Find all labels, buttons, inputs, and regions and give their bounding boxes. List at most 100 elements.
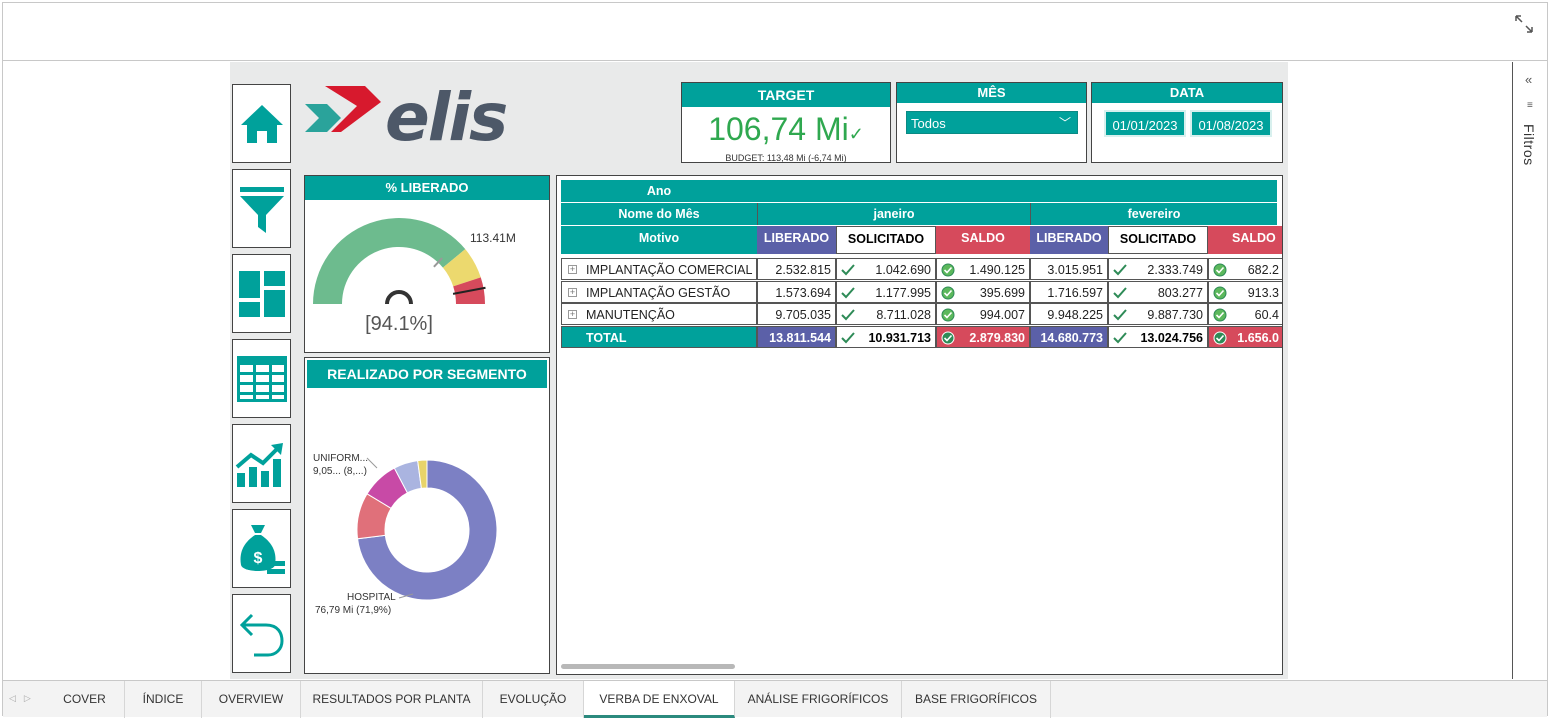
matrix-cell-value: 1.656.0 (1237, 330, 1279, 345)
hospital-label-name: HOSPITAL (347, 592, 396, 603)
dashboard-icon (238, 270, 285, 317)
checkmark-icon (1113, 286, 1127, 298)
row-label[interactable]: + MANUTENÇÃO (561, 303, 757, 325)
check-circle-icon (941, 308, 955, 322)
tab-indice[interactable]: ÍNDICE (125, 681, 202, 718)
matrix-cell: 1.656.0 (1208, 325, 1282, 348)
segment-title: REALIZADO POR SEGMENTO (307, 360, 547, 388)
gauge-hub (385, 290, 413, 305)
matrix-cell: 994.007 (936, 303, 1030, 325)
matrix-cell-value: 9.705.035 (775, 308, 831, 322)
matrix-cell-value: 13.811.544 (769, 330, 831, 345)
filter-button[interactable] (232, 169, 291, 248)
header-saldo-jan: SALDO (936, 226, 1030, 254)
header-solicitado-jan: SOLICITADO (836, 226, 936, 254)
matrix-cell-value: 9.887.730 (1147, 308, 1203, 322)
matrix-cell: 2.532.815 (757, 258, 836, 280)
matrix-cell: 60.4 (1208, 303, 1282, 325)
check-circle-icon (941, 331, 955, 344)
header-janeiro: janeiro (757, 203, 1030, 225)
checkmark-icon (1113, 331, 1127, 343)
matrix-cell-value: 8.711.028 (876, 308, 931, 322)
svg-text:$: $ (253, 550, 262, 567)
matrix-cell-value: 13.024.756 (1140, 330, 1203, 345)
tab-resultados-por-planta[interactable]: RESULTADOS POR PLANTA (301, 681, 483, 718)
matrix-cell: 913.3 (1208, 280, 1282, 303)
gauge-chart: 113.41M [94.1%] (313, 218, 516, 335)
matrix-cell-value: 682.2 (1247, 263, 1279, 277)
row-label[interactable]: + IMPLANTAÇÃO GESTÃO (561, 280, 757, 303)
segment-donut-chart: UNIFORM... 9,05... (8,...) HOSPITAL 76,7… (313, 453, 498, 616)
report-frame: $ elis TARGET 106,74 Mi✓ BUDGET: 113,48 … (2, 2, 1548, 718)
table-icon (236, 355, 287, 402)
tab-overview[interactable]: OVERVIEW (202, 681, 301, 718)
expand-plus-icon[interactable]: + (568, 310, 577, 319)
filter-icon (239, 186, 284, 233)
start-date-input[interactable]: 01/01/2023 (1104, 110, 1186, 137)
collapse-icon[interactable]: « (1525, 72, 1532, 87)
header-mes: Nome do Mês (561, 203, 757, 225)
matrix-cell-value: 2.333.749 (1147, 263, 1203, 277)
matrix-cell: 1.490.125 (936, 258, 1030, 280)
check-circle-icon (941, 263, 955, 277)
filters-pane[interactable]: « ≡ Filtros (1512, 62, 1547, 679)
tab-verba-de-enxoval[interactable]: VERBA DE ENXOVAL (584, 681, 735, 718)
check-circle-icon (1213, 308, 1227, 322)
header-fevereiro: fevereiro (1030, 203, 1277, 225)
end-date-input[interactable]: 01/08/2023 (1190, 110, 1272, 137)
expand-plus-icon[interactable]: + (568, 287, 577, 297)
expand-icon[interactable] (1513, 13, 1535, 35)
tab-analise-frigorificos[interactable]: ANÁLISE FRIGORÍFICOS (735, 681, 902, 718)
checkmark-icon (1113, 309, 1127, 321)
tab-scroll-arrows-icon[interactable]: ◁▷ (9, 693, 39, 704)
data-slicer: DATA 01/01/2023 01/08/2023 (1091, 82, 1283, 163)
matrix-cell: 1.042.690 (836, 258, 936, 280)
hospital-label-value: 76,79 Mi (71,9%) (315, 605, 391, 616)
tab-base-frigorificos[interactable]: BASE FRIGORÍFICOS (902, 681, 1051, 718)
home-button[interactable] (232, 84, 291, 163)
matrix-cell: 395.699 (936, 280, 1030, 303)
matrix-cell-value: 14.680.773 (1040, 330, 1103, 345)
gauge-title: % LIBERADO (305, 176, 549, 200)
expand-plus-icon[interactable]: + (568, 265, 577, 274)
gauge-band-0 (313, 218, 466, 304)
filters-label: Filtros (1521, 124, 1537, 166)
checkmark-icon (841, 309, 855, 321)
back-button[interactable] (232, 594, 291, 673)
chevron-down-icon: ﹀ (1058, 116, 1071, 130)
total-row-label: TOTAL (561, 325, 757, 348)
horizontal-scrollbar[interactable] (561, 664, 735, 669)
header-liberado-fev: LIBERADO (1030, 226, 1108, 254)
matrix-cell: 803.277 (1108, 280, 1208, 303)
uniform-label-value: 9,05... (8,...) (313, 466, 367, 477)
matrix-cell: 14.680.773 (1030, 325, 1108, 348)
header-saldo-fev: SALDO (1208, 226, 1282, 254)
row-label[interactable]: + IMPLANTAÇÃO COMERCIAL (561, 258, 757, 280)
matrix-cell: 13.024.756 (1108, 325, 1208, 348)
enxoval-matrix: Ano Nome do Mês janeiro fevereiro Motivo… (556, 175, 1283, 675)
dashboard-button[interactable] (232, 254, 291, 333)
back-arrow-icon (239, 613, 284, 656)
header-motivo: Motivo (561, 226, 757, 254)
matrix-cell: 682.2 (1208, 258, 1282, 280)
tab-cover[interactable]: COVER (45, 681, 125, 718)
money-bag-button[interactable]: $ (232, 509, 291, 588)
matrix-cell-value: 2.532.815 (775, 263, 831, 277)
budget-label: BUDGET: 113,48 Mi (-6,74 Mi) (725, 153, 847, 163)
mes-dropdown[interactable]: Todos ﹀ (906, 111, 1078, 134)
growth-chart-button[interactable] (232, 424, 291, 503)
tab-evolucao[interactable]: EVOLUÇÃO (483, 681, 584, 718)
matrix-cell-value: 913.3 (1247, 285, 1279, 300)
checkmark-icon (1113, 264, 1127, 276)
table-button[interactable] (232, 339, 291, 418)
top-bar (3, 3, 1547, 61)
target-title: TARGET (682, 83, 890, 107)
header-liberado-jan: LIBERADO (757, 226, 836, 254)
page-tabs: ◁▷ COVER ÍNDICE OVERVIEW RESULTADOS POR … (3, 680, 1547, 718)
target-value-row: 106,74 Mi✓ (682, 111, 890, 152)
home-icon (240, 104, 283, 143)
check-circle-icon (1213, 263, 1227, 277)
matrix-cell: 3.015.951 (1030, 258, 1108, 280)
matrix-cell-value: 1.716.597 (1047, 285, 1103, 300)
matrix-cell: 9.705.035 (757, 303, 836, 325)
